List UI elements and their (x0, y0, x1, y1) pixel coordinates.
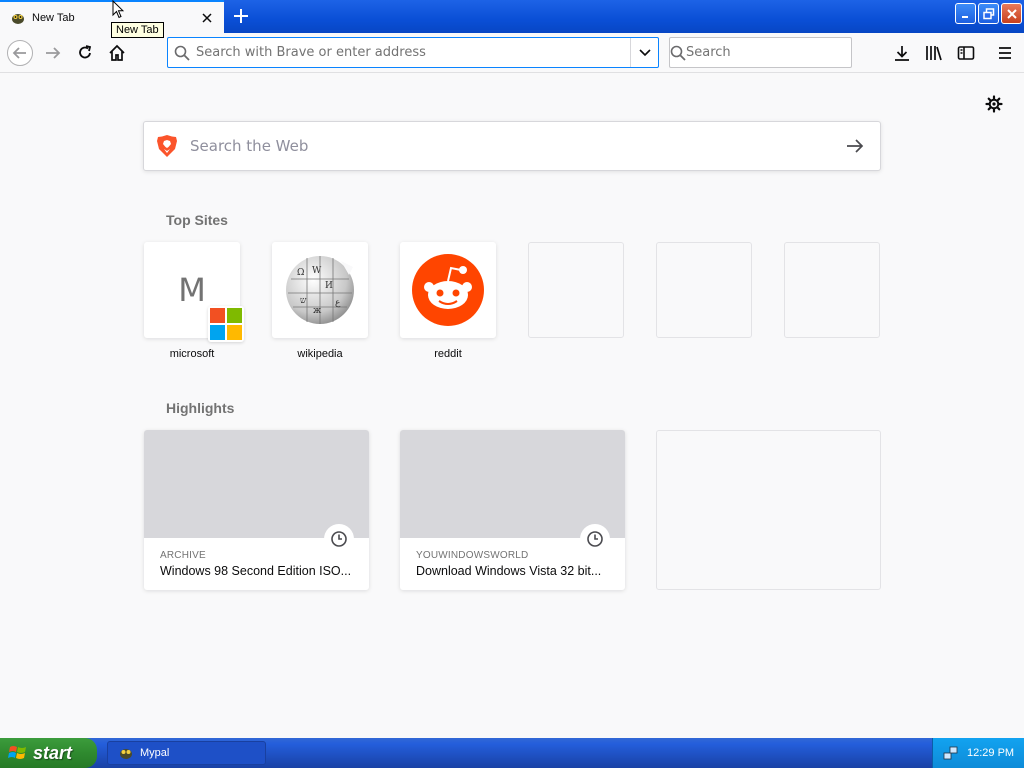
highlight-preview-image (144, 430, 369, 538)
plus-icon (234, 9, 248, 23)
minimize-button[interactable] (955, 3, 976, 24)
mypal-icon (120, 749, 132, 759)
svg-text:ש: ש (300, 296, 307, 306)
address-bar[interactable] (167, 37, 659, 68)
system-tray: 12:29 PM (932, 738, 1024, 768)
highlight-preview-image (400, 430, 625, 538)
highlight-card[interactable]: ARCHIVE Windows 98 Second Edition ISO... (144, 430, 369, 590)
sidebar-button[interactable] (950, 37, 982, 69)
url-input[interactable] (196, 38, 630, 67)
top-site-label: reddit (434, 348, 462, 360)
restore-button[interactable] (978, 3, 999, 24)
svg-text:Ω: Ω (297, 268, 304, 278)
highlight-card-empty (656, 430, 881, 590)
close-window-button[interactable] (1001, 3, 1022, 24)
hamburger-menu-icon (999, 47, 1011, 59)
highlight-card[interactable]: YOUWINDOWSWORLD Download Windows Vista 3… (400, 430, 625, 590)
highlight-source: YOUWINDOWSWORLD (416, 550, 529, 561)
wikipedia-globe-icon: Ω WИ שж ع (286, 256, 354, 324)
web-search-box[interactable] (143, 121, 881, 171)
search-input[interactable] (686, 45, 856, 60)
download-icon (895, 46, 909, 61)
clock-icon (580, 524, 610, 554)
top-site-tile-empty[interactable] (656, 242, 752, 338)
arrow-right-icon[interactable] (830, 139, 880, 153)
search-icon (168, 45, 196, 61)
home-button[interactable] (101, 37, 133, 69)
brave-logo-icon (144, 134, 190, 158)
windows-logo-icon (8, 746, 26, 759)
taskbar-item-mypal[interactable]: Mypal (107, 741, 266, 765)
window-controls (955, 3, 1022, 24)
new-tab-button[interactable] (229, 4, 253, 28)
forward-button[interactable] (37, 37, 69, 69)
library-button[interactable] (918, 37, 950, 69)
clock[interactable]: 12:29 PM (967, 747, 1014, 759)
back-arrow-icon (7, 40, 33, 66)
taskbar: start Mypal 12:29 PM (0, 738, 1024, 768)
taskbar-item-label: Mypal (140, 747, 170, 759)
top-site-tile-reddit[interactable] (400, 242, 496, 338)
mypal-favicon-icon (12, 13, 24, 24)
svg-text:W: W (312, 266, 322, 276)
top-site-tile-microsoft[interactable]: M (144, 242, 244, 342)
microsoft-logo-icon (208, 306, 244, 342)
search-bar[interactable] (669, 37, 856, 68)
svg-text:И: И (325, 281, 333, 291)
forward-arrow-icon (46, 47, 61, 59)
reddit-logo-icon (412, 254, 484, 326)
menu-button[interactable] (989, 37, 1021, 69)
highlight-title: Download Windows Vista 32 bit... (416, 564, 602, 578)
top-site-tile-wikipedia[interactable]: ΩWИ שж ع (272, 242, 368, 338)
tab-tooltip: New Tab (111, 22, 164, 38)
highlights-heading: Highlights (166, 400, 235, 416)
top-site-tile-empty[interactable] (784, 242, 880, 338)
gear-icon[interactable] (983, 93, 1005, 115)
clock-icon (324, 524, 354, 554)
back-button[interactable] (4, 37, 36, 69)
highlight-title: Windows 98 Second Edition ISO... (160, 564, 352, 578)
start-label: start (33, 742, 73, 763)
highlight-source: ARCHIVE (160, 550, 206, 561)
chevron-down-icon[interactable] (630, 38, 658, 67)
home-icon (109, 44, 125, 61)
svg-text:ع: ع (335, 298, 341, 308)
tile-letter: M (178, 271, 206, 309)
start-button[interactable]: start (0, 738, 97, 768)
svg-text:ж: ж (313, 306, 322, 316)
reload-icon (79, 45, 92, 59)
top-site-label: wikipedia (297, 348, 343, 360)
top-sites-heading: Top Sites (166, 212, 228, 228)
sidebar-icon (957, 46, 975, 60)
search-icon (670, 45, 686, 61)
web-search-input[interactable] (190, 137, 830, 155)
navigation-toolbar (0, 33, 1024, 73)
network-icon[interactable] (943, 745, 959, 761)
reload-button[interactable] (69, 37, 101, 69)
library-icon (926, 46, 942, 61)
mouse-cursor-icon (112, 0, 124, 19)
downloads-button[interactable] (886, 37, 918, 69)
top-site-label: microsoft (169, 348, 215, 360)
top-site-tile-empty[interactable] (528, 242, 624, 338)
close-tab-icon[interactable] (196, 7, 218, 29)
